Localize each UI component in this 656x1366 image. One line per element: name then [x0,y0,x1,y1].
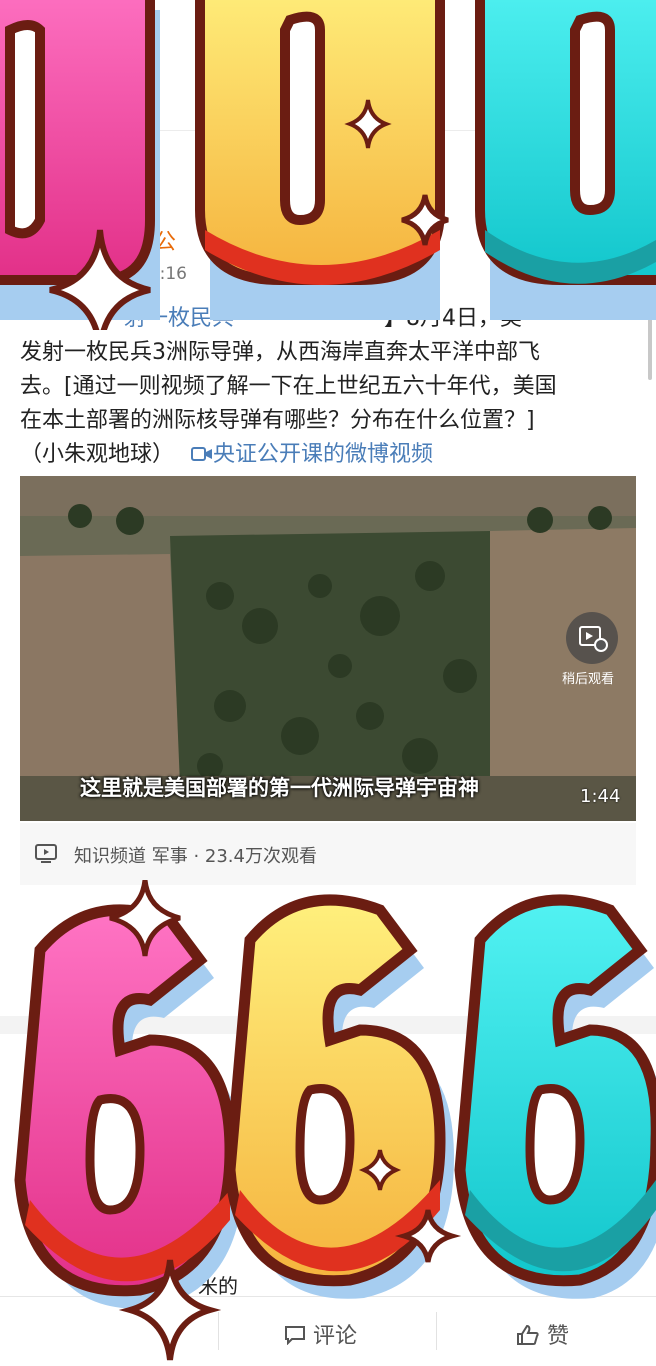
like-button[interactable]: 赞 [516,1318,569,1350]
video-link-icon [191,447,213,461]
feed-divider [0,1016,656,1034]
feed-continuation [0,885,656,1295]
video-link[interactable]: 央证公开课的微博视频 [191,442,433,467]
watch-later-button[interactable] [566,612,618,664]
tv-icon [34,841,58,865]
tab-row [0,131,656,203]
video-duration: 1:44 [580,786,621,807]
topic-link[interactable]: 射一枚民兵 [124,306,234,331]
lower-text-fragment: 有 [96,1172,112,1190]
post-line-4: 在本土部署的洲际核导弹有哪些？分布在什么位置？] [20,408,535,433]
thumbs-up-icon [517,1324,539,1345]
bottom-bar-separator [218,1312,219,1350]
orange-highlight [226,1148,316,1170]
top-navigation-bar [0,0,656,131]
lower-text-fragment: 米的 [198,1274,238,1298]
watch-later-label: 稍后观看 [562,672,615,687]
post-line-2: 发射一枚民兵3洲际导弹，从西海岸直奔太平洋中部飞 [20,340,540,365]
watch-later-icon [579,626,608,652]
post-author-credit: （小朱观地球） [20,442,175,467]
tab-hot[interactable]: 热 [20,154,41,184]
comment-button[interactable]: 评论 [284,1318,357,1350]
video-meta-row: 知识频道 军事 · 23.4万次观看 [20,823,636,885]
lower-text-fragment: 十月 [96,1144,127,1162]
post-time: 14:16 [138,264,187,284]
post-author-name[interactable]: 证公 [132,224,176,256]
post-text: 射一枚民兵 】8月4日，美 发射一枚民兵3洲际导弹，从西海岸直奔太平洋中部飞 去。… [20,302,636,472]
scrollbar[interactable] [648,300,652,380]
post-line-1: 】8月4日，美 [384,306,523,331]
video-subtitle: 这里就是美国部署的第一代洲际导弹宇宙神 [80,776,479,800]
video-player[interactable] [20,476,636,821]
bottom-bar-separator [436,1312,437,1350]
lower-link-text[interactable]: 计划 [236,1047,272,1073]
page-title: 微博 [282,82,330,110]
comment-icon [285,1326,305,1346]
more-icon[interactable]: ··· [611,76,642,106]
video-thumbnail [20,476,636,821]
post-line-3: 去。[通过一则视频了解一下在上世纪五六十年代，美国 [20,374,557,399]
video-meta-text: 知识频道 军事 · 23.4万次观看 [74,846,317,867]
back-icon[interactable] [14,72,44,112]
lower-text-fragment: 年 [556,1172,572,1190]
